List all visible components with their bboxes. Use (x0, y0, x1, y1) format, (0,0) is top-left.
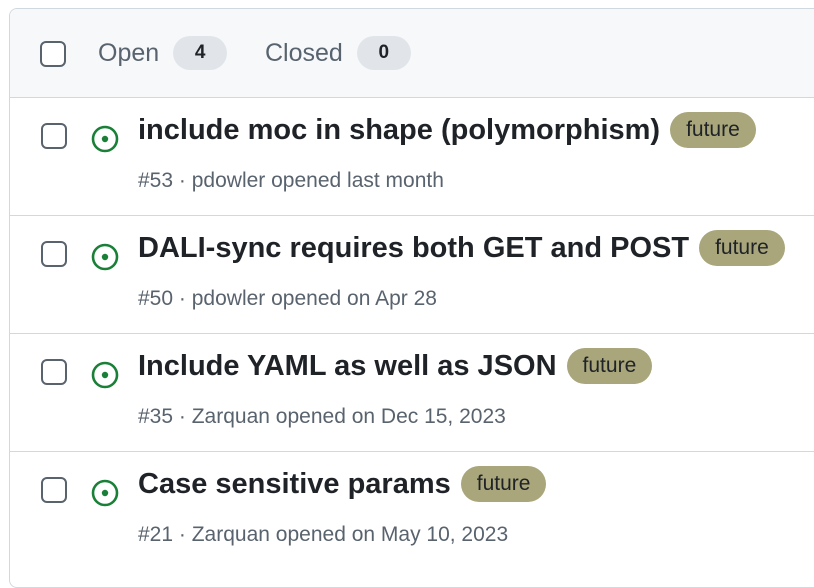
closed-issues-tab[interactable]: Closed 0 (265, 36, 411, 70)
closed-tab-label: Closed (265, 38, 343, 67)
issue-author-link[interactable]: pdowler (192, 287, 266, 310)
issue-number: #53 (138, 169, 174, 192)
issues-list: Open 4 Closed 0 include moc in shape (po… (9, 8, 814, 588)
issue-opened-time: opened on Dec 15, 2023 (275, 405, 506, 428)
issue-opened-icon (91, 125, 119, 153)
issue-opened-time: opened on May 10, 2023 (275, 523, 509, 546)
issue-meta: #21 · Zarquan opened on May 10, 2023 (138, 523, 508, 547)
meta-separator: · (178, 169, 186, 192)
label-future[interactable]: future (460, 466, 547, 502)
issues-list-header: Open 4 Closed 0 (10, 9, 814, 98)
meta-separator: · (178, 405, 186, 428)
meta-separator: · (178, 523, 186, 546)
issue-title-link[interactable]: DALI-sync requires both GET and POST (138, 232, 689, 265)
issue-title-link[interactable]: include moc in shape (polymorphism) (138, 114, 660, 147)
issue-number: #35 (138, 405, 174, 428)
open-issues-tab[interactable]: Open 4 (98, 36, 228, 70)
issue-title-line: include moc in shape (polymorphism) futu… (138, 112, 756, 148)
issue-row[interactable]: DALI-sync requires both GET and POST fut… (10, 215, 814, 334)
label-future[interactable]: future (699, 230, 785, 266)
select-all-checkbox[interactable] (40, 41, 66, 67)
issue-title-line: DALI-sync requires both GET and POST fut… (138, 230, 785, 266)
label-future[interactable]: future (566, 348, 653, 384)
issue-checkbox[interactable] (41, 241, 67, 267)
label-future[interactable]: future (670, 112, 756, 148)
issue-meta: #35 · Zarquan opened on Dec 15, 2023 (138, 405, 506, 429)
issue-checkbox[interactable] (41, 477, 67, 503)
issue-title-link[interactable]: Case sensitive params (138, 468, 451, 501)
issue-author-link[interactable]: pdowler (192, 169, 266, 192)
issue-row[interactable]: include moc in shape (polymorphism) futu… (10, 97, 814, 216)
issue-opened-icon (91, 361, 119, 389)
issue-opened-icon (91, 479, 119, 507)
open-count-badge: 4 (173, 36, 228, 70)
issue-checkbox[interactable] (41, 359, 67, 385)
issue-number: #50 (138, 287, 174, 310)
issue-opened-icon (91, 243, 119, 271)
open-tab-label: Open (98, 38, 160, 67)
issue-row[interactable]: Case sensitive params future #21 · Zarqu… (10, 451, 814, 569)
issue-author-link[interactable]: Zarquan (192, 405, 270, 428)
issue-title-line: Include YAML as well as JSON future (138, 348, 653, 384)
issue-number: #21 (138, 523, 174, 546)
issue-row[interactable]: Include YAML as well as JSON future #35 … (10, 333, 814, 452)
issue-opened-time: opened on Apr 28 (271, 287, 437, 310)
issue-checkbox[interactable] (41, 123, 67, 149)
meta-separator: · (178, 287, 186, 310)
issue-title-link[interactable]: Include YAML as well as JSON (138, 350, 557, 383)
issue-meta: #50 · pdowler opened on Apr 28 (138, 287, 437, 311)
issue-author-link[interactable]: Zarquan (192, 523, 270, 546)
issue-title-line: Case sensitive params future (138, 466, 547, 502)
issue-opened-time: opened last month (271, 169, 444, 192)
issue-meta: #53 · pdowler opened last month (138, 169, 444, 193)
closed-count-badge: 0 (356, 36, 411, 70)
